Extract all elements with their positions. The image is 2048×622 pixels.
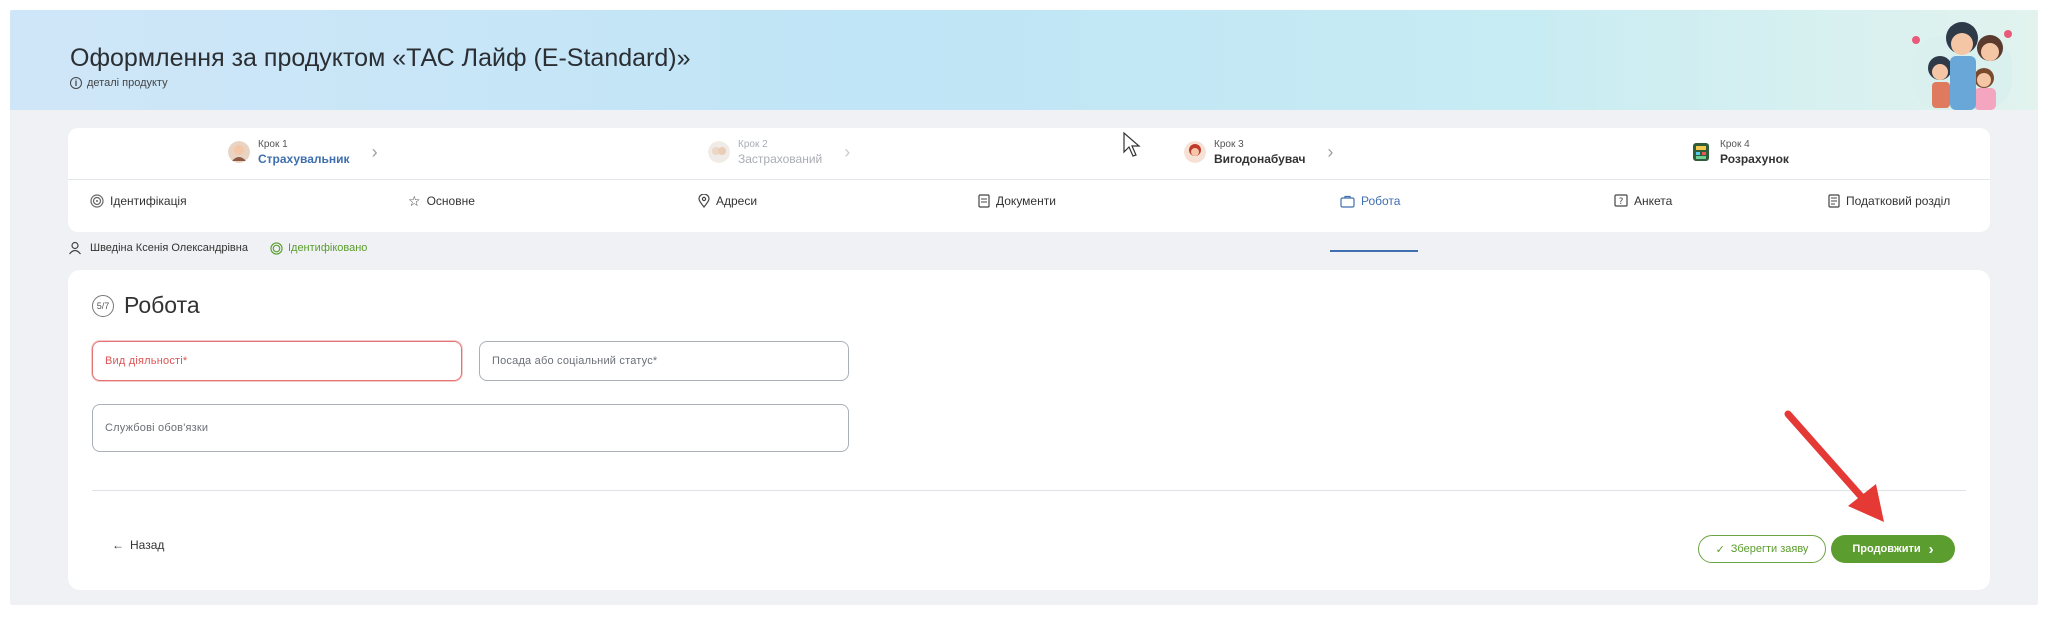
product-details-label: деталі продукту (87, 77, 168, 89)
document-icon (978, 194, 990, 208)
step-4-calculation[interactable]: Крок 4 Розрахунок (1690, 138, 1789, 166)
steps-card: Крок 1 Страхувальник › Крок 2 Застраховани… (68, 128, 1990, 252)
insurer-avatar-icon (228, 141, 250, 163)
form-divider (92, 490, 1966, 491)
tab-label: Ідентифікація (110, 194, 187, 208)
calculator-icon (1693, 143, 1709, 161)
form-heading: 5/7 Робота (92, 292, 200, 319)
back-label: Назад (130, 538, 165, 552)
form-title: Робота (124, 292, 200, 318)
step-progress-icon: 5/7 (92, 294, 114, 317)
tax-document-icon (1828, 194, 1840, 208)
product-header: Оформлення за продуктом «ТАС Лайф (E-Sta… (10, 10, 2038, 110)
step-3-beneficiary[interactable]: Крок 3 Вигодонабувач › (1184, 138, 1333, 166)
activity-type-field[interactable]: Вид діяльності* (92, 341, 462, 381)
step-name: Вигодонабувач (1214, 152, 1306, 166)
identified-status: Ідентифіковано (287, 242, 368, 254)
questionnaire-icon: ? (1614, 194, 1628, 207)
tab-label: Анкета (1634, 194, 1673, 208)
tab-tax-section[interactable]: Податковий розділ (1828, 190, 1950, 212)
step-name: Застрахований (738, 152, 823, 166)
job-duties-field[interactable]: Службові обов'язки (92, 404, 849, 452)
chevron-right-icon: › (1928, 540, 1934, 558)
chevron-right-icon: › (1327, 141, 1334, 162)
tab-documents[interactable]: Документи (978, 190, 1056, 212)
person-identification-line: Шведіна Ксенія Олександрівна Ідентифіков… (68, 241, 367, 255)
annotation-arrow-icon (1784, 410, 1884, 522)
step-name: Страхувальник (258, 152, 350, 166)
tab-label: Робота (1361, 194, 1401, 208)
continue-button[interactable]: Продовжити › (1831, 535, 1955, 563)
svg-text:?: ? (1619, 197, 1624, 207)
fingerprint-icon (270, 241, 283, 255)
active-tab-indicator (1330, 250, 1418, 252)
chevron-right-icon: › (371, 141, 378, 162)
work-form-card: 5/7 Робота Вид діяльності* Посада або со… (68, 270, 1990, 590)
location-pin-icon (698, 194, 710, 208)
mouse-cursor-icon (1123, 132, 1141, 157)
back-button[interactable]: ← Назад (112, 538, 164, 552)
tab-label: Адреси (716, 194, 758, 208)
identified-badge: Ідентифіковано (270, 241, 368, 255)
section-tabs: Ідентифікація ☆ Основне Адреси Документи… (68, 180, 1990, 252)
user-icon (69, 241, 81, 255)
step-label: Крок 3 (1214, 139, 1244, 150)
tab-label: Основне (426, 194, 475, 208)
step-1-insurer[interactable]: Крок 1 Страхувальник › (228, 138, 378, 166)
fingerprint-icon (90, 194, 104, 208)
info-icon: i (70, 77, 82, 89)
tab-work[interactable]: Робота (1340, 190, 1400, 212)
position-status-field[interactable]: Посада або соціальний статус* (479, 341, 849, 381)
product-details-link[interactable]: i деталі продукту (70, 77, 168, 89)
checkmark-icon: ✓ (1715, 543, 1725, 556)
tab-main[interactable]: ☆ Основне (408, 190, 475, 212)
step-label: Крок 4 (1720, 139, 1750, 150)
insured-avatar-icon (708, 141, 730, 163)
person-name: Шведіна Ксенія Олександрівна (90, 242, 248, 254)
tab-label: Податковий розділ (1846, 194, 1951, 208)
chevron-right-icon: › (844, 141, 851, 162)
continue-label: Продовжити (1852, 543, 1921, 555)
tab-questionnaire[interactable]: ? Анкета (1614, 190, 1672, 212)
save-label: Зберегти заяву (1730, 543, 1809, 555)
briefcase-icon (1340, 195, 1355, 208)
step-label: Крок 1 (258, 139, 288, 150)
family-illustration (1912, 22, 2012, 110)
step-2-insured[interactable]: Крок 2 Застрахований › (708, 138, 850, 166)
tab-addresses[interactable]: Адреси (698, 190, 757, 212)
arrow-left-icon: ← (112, 538, 124, 552)
save-application-button[interactable]: ✓ Зберегти заяву (1698, 535, 1826, 563)
step-label: Крок 2 (738, 139, 768, 150)
step-name: Розрахунок (1720, 152, 1789, 166)
tab-label: Документи (996, 194, 1056, 208)
beneficiary-avatar-icon (1184, 141, 1206, 163)
stepper: Крок 1 Страхувальник › Крок 2 Застраховани… (68, 128, 1990, 180)
tab-identification[interactable]: Ідентифікація (90, 190, 187, 212)
page-title: Оформлення за продуктом «ТАС Лайф (E-Sta… (70, 44, 691, 72)
app-window: Оформлення за продуктом «ТАС Лайф (E-Sta… (10, 10, 2038, 605)
star-icon: ☆ (408, 192, 421, 209)
